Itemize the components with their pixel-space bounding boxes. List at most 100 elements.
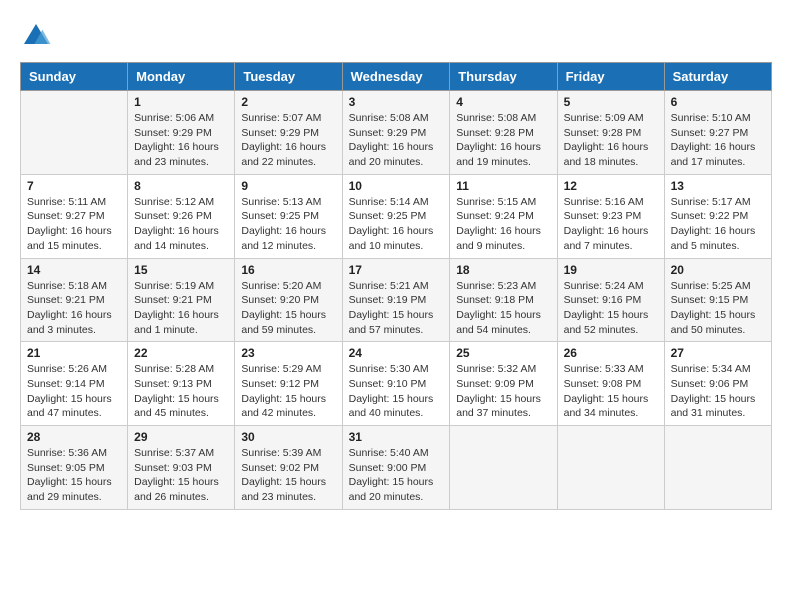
calendar-cell: 7 Sunrise: 5:11 AM Sunset: 9:27 PM Daylig… (21, 174, 128, 258)
calendar-cell (557, 426, 664, 510)
day-info: Sunrise: 5:29 AM Sunset: 9:12 PM Dayligh… (241, 362, 335, 421)
calendar-cell: 1 Sunrise: 5:06 AM Sunset: 9:29 PM Daylig… (128, 91, 235, 175)
calendar-cell (21, 91, 128, 175)
calendar-cell: 2 Sunrise: 5:07 AM Sunset: 9:29 PM Daylig… (235, 91, 342, 175)
day-info: Sunrise: 5:26 AM Sunset: 9:14 PM Dayligh… (27, 362, 121, 421)
day-number: 29 (134, 430, 228, 444)
day-info: Sunrise: 5:10 AM Sunset: 9:27 PM Dayligh… (671, 111, 765, 170)
day-info: Sunrise: 5:37 AM Sunset: 9:03 PM Dayligh… (134, 446, 228, 505)
calendar-cell: 8 Sunrise: 5:12 AM Sunset: 9:26 PM Daylig… (128, 174, 235, 258)
calendar-cell: 26 Sunrise: 5:33 AM Sunset: 9:08 PM Dayli… (557, 342, 664, 426)
calendar-cell: 25 Sunrise: 5:32 AM Sunset: 9:09 PM Dayli… (450, 342, 557, 426)
calendar-cell: 12 Sunrise: 5:16 AM Sunset: 9:23 PM Dayli… (557, 174, 664, 258)
day-info: Sunrise: 5:36 AM Sunset: 9:05 PM Dayligh… (27, 446, 121, 505)
calendar-cell: 9 Sunrise: 5:13 AM Sunset: 9:25 PM Daylig… (235, 174, 342, 258)
day-info: Sunrise: 5:20 AM Sunset: 9:20 PM Dayligh… (241, 279, 335, 338)
day-info: Sunrise: 5:11 AM Sunset: 9:27 PM Dayligh… (27, 195, 121, 254)
day-info: Sunrise: 5:15 AM Sunset: 9:24 PM Dayligh… (456, 195, 550, 254)
calendar-cell: 28 Sunrise: 5:36 AM Sunset: 9:05 PM Dayli… (21, 426, 128, 510)
day-number: 15 (134, 263, 228, 277)
calendar-week-2: 14Sunrise: 5:18 AM Sunset: 9:21 PM Dayli… (21, 258, 772, 342)
day-number: 9 (241, 179, 335, 193)
calendar-week-1: 7 Sunrise: 5:11 AM Sunset: 9:27 PM Daylig… (21, 174, 772, 258)
calendar-cell: 14Sunrise: 5:18 AM Sunset: 9:21 PM Dayli… (21, 258, 128, 342)
calendar-cell: 5 Sunrise: 5:09 AM Sunset: 9:28 PM Daylig… (557, 91, 664, 175)
day-number: 25 (456, 346, 550, 360)
calendar-cell: 16 Sunrise: 5:20 AM Sunset: 9:20 PM Dayli… (235, 258, 342, 342)
calendar-cell (450, 426, 557, 510)
day-number: 8 (134, 179, 228, 193)
calendar-cell: 21 Sunrise: 5:26 AM Sunset: 9:14 PM Dayli… (21, 342, 128, 426)
header-saturday: Saturday (664, 63, 771, 91)
calendar-week-4: 28 Sunrise: 5:36 AM Sunset: 9:05 PM Dayli… (21, 426, 772, 510)
header-friday: Friday (557, 63, 664, 91)
day-info: Sunrise: 5:16 AM Sunset: 9:23 PM Dayligh… (564, 195, 658, 254)
day-number: 3 (349, 95, 444, 109)
day-info: Sunrise: 5:07 AM Sunset: 9:29 PM Dayligh… (241, 111, 335, 170)
calendar-week-0: 1 Sunrise: 5:06 AM Sunset: 9:29 PM Daylig… (21, 91, 772, 175)
calendar-cell: 18 Sunrise: 5:23 AM Sunset: 9:18 PM Dayli… (450, 258, 557, 342)
header-monday: Monday (128, 63, 235, 91)
header-sunday: Sunday (21, 63, 128, 91)
calendar-header-row: SundayMondayTuesdayWednesdayThursdayFrid… (21, 63, 772, 91)
day-number: 30 (241, 430, 335, 444)
header-wednesday: Wednesday (342, 63, 450, 91)
calendar-cell: 4Sunrise: 5:08 AM Sunset: 9:28 PM Daylig… (450, 91, 557, 175)
day-info: Sunrise: 5:23 AM Sunset: 9:18 PM Dayligh… (456, 279, 550, 338)
calendar-week-3: 21 Sunrise: 5:26 AM Sunset: 9:14 PM Dayli… (21, 342, 772, 426)
day-info: Sunrise: 5:19 AM Sunset: 9:21 PM Dayligh… (134, 279, 228, 338)
day-info: Sunrise: 5:32 AM Sunset: 9:09 PM Dayligh… (456, 362, 550, 421)
calendar-cell: 31 Sunrise: 5:40 AM Sunset: 9:00 PM Dayli… (342, 426, 450, 510)
logo (20, 20, 56, 52)
day-number: 2 (241, 95, 335, 109)
day-info: Sunrise: 5:21 AM Sunset: 9:19 PM Dayligh… (349, 279, 444, 338)
day-number: 16 (241, 263, 335, 277)
day-number: 12 (564, 179, 658, 193)
calendar-cell: 11 Sunrise: 5:15 AM Sunset: 9:24 PM Dayli… (450, 174, 557, 258)
calendar-cell: 13Sunrise: 5:17 AM Sunset: 9:22 PM Dayli… (664, 174, 771, 258)
calendar-cell: 6 Sunrise: 5:10 AM Sunset: 9:27 PM Daylig… (664, 91, 771, 175)
day-number: 1 (134, 95, 228, 109)
day-info: Sunrise: 5:39 AM Sunset: 9:02 PM Dayligh… (241, 446, 335, 505)
day-number: 31 (349, 430, 444, 444)
header-thursday: Thursday (450, 63, 557, 91)
day-number: 24 (349, 346, 444, 360)
day-number: 23 (241, 346, 335, 360)
calendar-cell (664, 426, 771, 510)
calendar-cell: 17 Sunrise: 5:21 AM Sunset: 9:19 PM Dayli… (342, 258, 450, 342)
day-number: 6 (671, 95, 765, 109)
day-info: Sunrise: 5:06 AM Sunset: 9:29 PM Dayligh… (134, 111, 228, 170)
calendar-cell: 30 Sunrise: 5:39 AM Sunset: 9:02 PM Dayli… (235, 426, 342, 510)
day-number: 7 (27, 179, 121, 193)
day-number: 20 (671, 263, 765, 277)
day-number: 21 (27, 346, 121, 360)
calendar-cell: 10Sunrise: 5:14 AM Sunset: 9:25 PM Dayli… (342, 174, 450, 258)
day-number: 17 (349, 263, 444, 277)
day-info: Sunrise: 5:33 AM Sunset: 9:08 PM Dayligh… (564, 362, 658, 421)
day-number: 28 (27, 430, 121, 444)
day-number: 19 (564, 263, 658, 277)
header-tuesday: Tuesday (235, 63, 342, 91)
calendar-cell: 3Sunrise: 5:08 AM Sunset: 9:29 PM Daylig… (342, 91, 450, 175)
day-info: Sunrise: 5:09 AM Sunset: 9:28 PM Dayligh… (564, 111, 658, 170)
calendar-cell: 19 Sunrise: 5:24 AM Sunset: 9:16 PM Dayli… (557, 258, 664, 342)
day-info: Sunrise: 5:40 AM Sunset: 9:00 PM Dayligh… (349, 446, 444, 505)
day-number: 10 (349, 179, 444, 193)
day-number: 18 (456, 263, 550, 277)
day-number: 27 (671, 346, 765, 360)
day-info: Sunrise: 5:28 AM Sunset: 9:13 PM Dayligh… (134, 362, 228, 421)
day-info: Sunrise: 5:13 AM Sunset: 9:25 PM Dayligh… (241, 195, 335, 254)
day-info: Sunrise: 5:24 AM Sunset: 9:16 PM Dayligh… (564, 279, 658, 338)
day-number: 11 (456, 179, 550, 193)
day-info: Sunrise: 5:17 AM Sunset: 9:22 PM Dayligh… (671, 195, 765, 254)
day-number: 14 (27, 263, 121, 277)
day-info: Sunrise: 5:12 AM Sunset: 9:26 PM Dayligh… (134, 195, 228, 254)
calendar-cell: 27Sunrise: 5:34 AM Sunset: 9:06 PM Dayli… (664, 342, 771, 426)
day-info: Sunrise: 5:25 AM Sunset: 9:15 PM Dayligh… (671, 279, 765, 338)
day-number: 5 (564, 95, 658, 109)
day-number: 26 (564, 346, 658, 360)
calendar-cell: 20 Sunrise: 5:25 AM Sunset: 9:15 PM Dayli… (664, 258, 771, 342)
day-info: Sunrise: 5:08 AM Sunset: 9:28 PM Dayligh… (456, 111, 550, 170)
logo-icon (20, 20, 52, 52)
header (20, 20, 772, 52)
